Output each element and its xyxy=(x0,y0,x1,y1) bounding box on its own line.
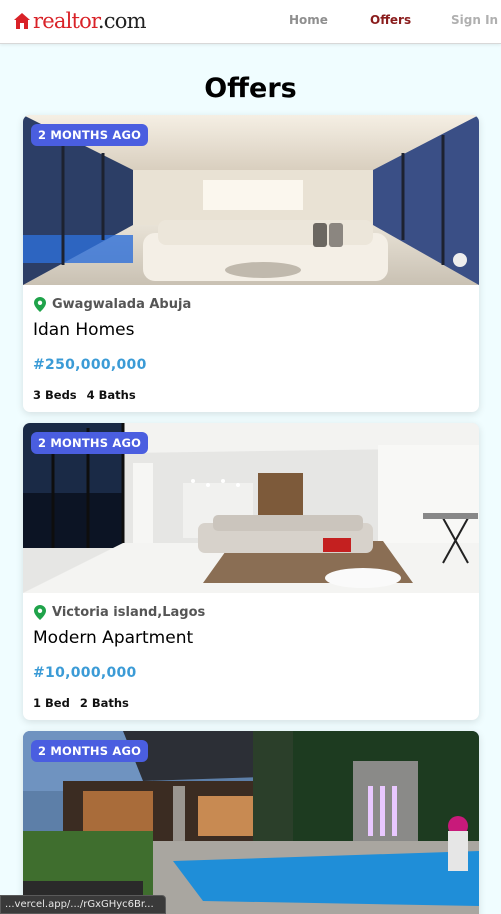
listing-card[interactable]: 2 MONTHS AGO Victoria island,Lagos Moder… xyxy=(23,423,479,720)
listing-specs: 3 Beds 4 Baths xyxy=(33,388,136,402)
listing-location: Victoria island,Lagos xyxy=(34,605,205,620)
listing-age-badge: 2 MONTHS AGO xyxy=(31,432,149,454)
nav-sign-in[interactable]: Sign In xyxy=(451,13,498,27)
listing-card[interactable]: 2 MONTHS AGO xyxy=(23,731,479,914)
listing-name[interactable]: Modern Apartment xyxy=(33,628,193,648)
location-text: Gwagwalada Abuja xyxy=(52,297,192,312)
listing-price: #250,000,000 xyxy=(33,357,147,373)
listing-location: Gwagwalada Abuja xyxy=(34,297,191,312)
listing-image[interactable]: 2 MONTHS AGO xyxy=(23,423,479,593)
listing-image[interactable]: 2 MONTHS AGO xyxy=(23,115,479,285)
baths-count: 4 Baths xyxy=(86,388,136,402)
baths-count: 2 Baths xyxy=(79,696,129,710)
beds-count: 1 Bed xyxy=(33,696,70,710)
map-pin-icon xyxy=(34,605,46,620)
logo-text: realtor.com xyxy=(33,9,147,33)
listing-price: #10,000,000 xyxy=(33,665,137,681)
nav-home[interactable]: Home xyxy=(289,13,328,27)
listing-specs: 1 Bed 2 Baths xyxy=(33,696,129,710)
location-text: Victoria island,Lagos xyxy=(52,605,206,620)
page-title: Offers xyxy=(204,73,297,104)
listing-age-badge: 2 MONTHS AGO xyxy=(31,124,149,146)
realtor-logo[interactable]: realtor.com xyxy=(13,8,147,34)
map-pin-icon xyxy=(34,297,46,312)
link-preview-status-bar: ...vercel.app/.../rGxGHyc6Br... xyxy=(0,895,166,914)
nav-offers[interactable]: Offers xyxy=(370,13,411,27)
beds-count: 3 Beds xyxy=(33,388,77,402)
listing-image[interactable]: 2 MONTHS AGO xyxy=(23,731,479,914)
house-icon xyxy=(14,13,30,29)
listing-card[interactable]: 2 MONTHS AGO Gwagwalada Abuja Idan Homes… xyxy=(23,115,479,412)
top-navbar: realtor.com Home Offers Sign In xyxy=(0,0,501,44)
listing-age-badge: 2 MONTHS AGO xyxy=(31,740,149,762)
listing-name[interactable]: Idan Homes xyxy=(33,320,134,340)
